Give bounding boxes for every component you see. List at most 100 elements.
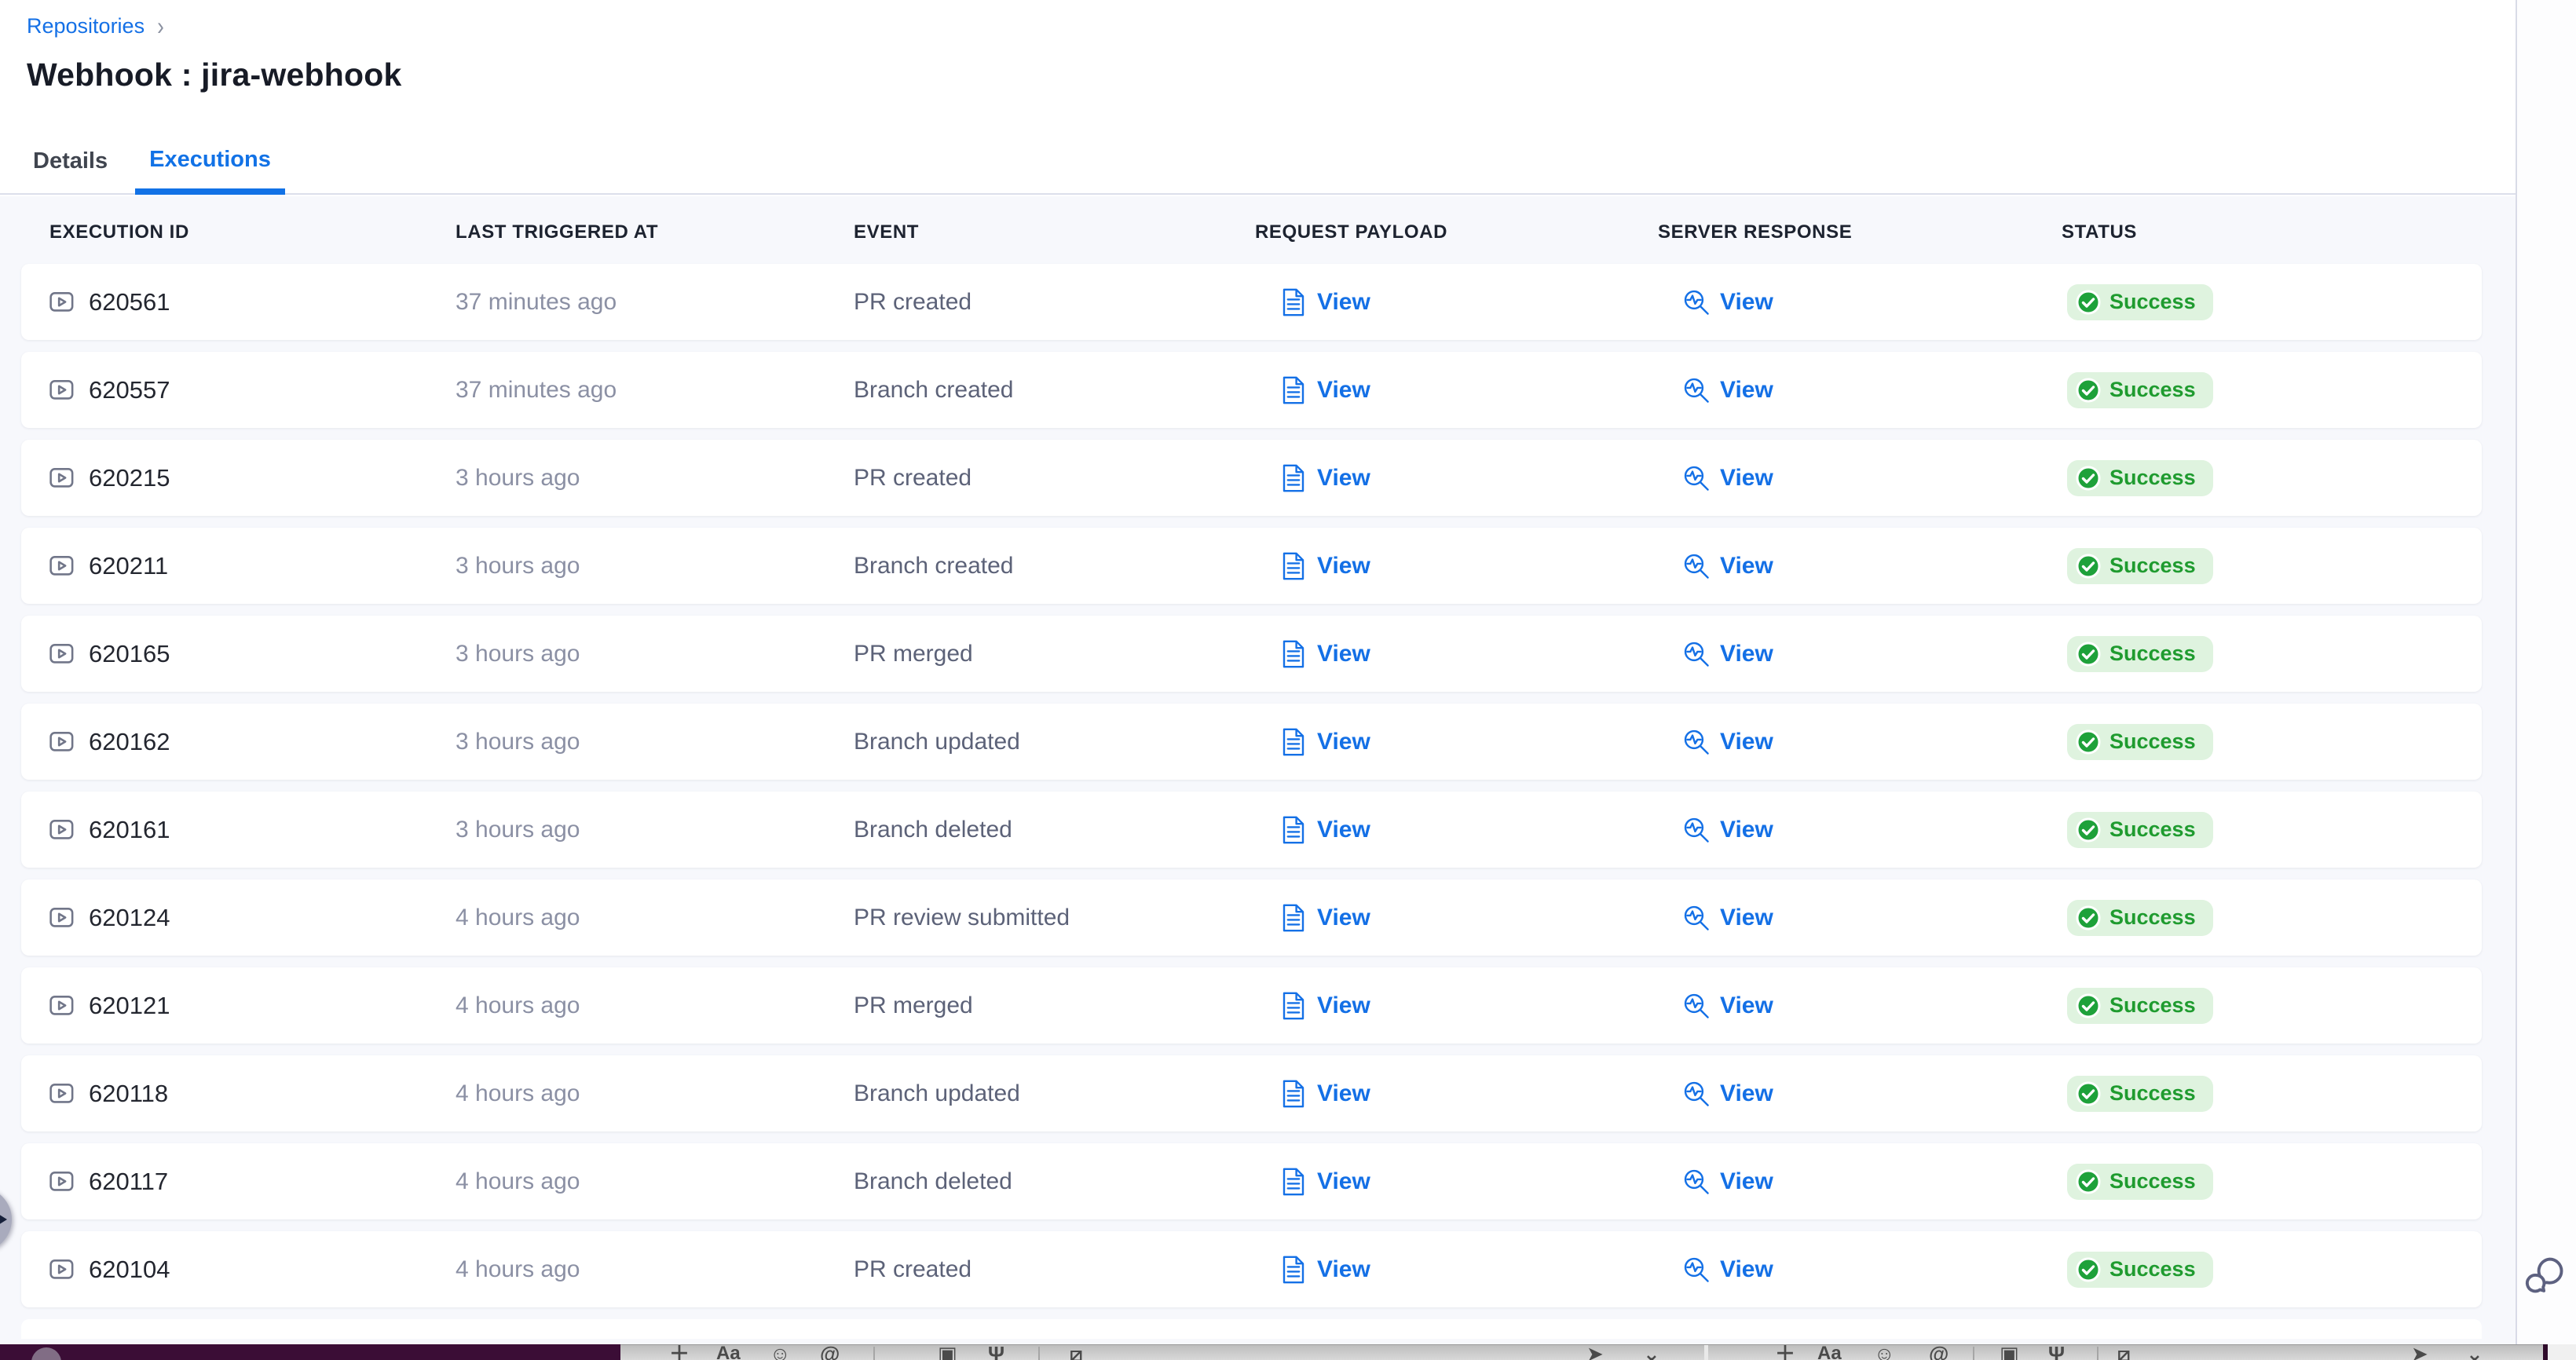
execution-id-cell: 620211 <box>49 552 456 580</box>
execution-id-cell: 620165 <box>49 640 456 668</box>
table-row: 620118 4 hours ago Branch updated View <box>21 1055 2482 1132</box>
request-payload-view-link[interactable]: View <box>1280 288 1370 316</box>
mic-icon[interactable]: Ψ <box>988 1344 1004 1360</box>
server-response-view-link[interactable]: View <box>1683 552 1773 580</box>
status-label: Success <box>2109 993 2196 1018</box>
event-cell: Branch created <box>854 553 1255 579</box>
last-triggered-cell: 4 hours ago <box>456 905 854 931</box>
server-response-cell: View <box>1658 904 2062 932</box>
server-response-view-link[interactable]: View <box>1683 728 1773 756</box>
request-payload-cell: View <box>1255 816 1658 844</box>
executions-panel: EXECUTION ID LAST TRIGGERED AT EVENT REQ… <box>0 196 2516 1360</box>
server-response-cell: View <box>1658 288 2062 316</box>
view-label: View <box>1720 465 1773 492</box>
status-label: Success <box>2109 642 2196 666</box>
server-response-view-link[interactable]: View <box>1683 376 1773 404</box>
status-label: Success <box>2109 1081 2196 1106</box>
status-badge: Success <box>2067 812 2213 848</box>
success-check-icon <box>2076 1257 2101 1282</box>
search-pulse-icon <box>1683 728 1710 756</box>
server-response-view-link[interactable]: View <box>1683 288 1773 316</box>
chat-bubbles-icon[interactable] <box>2523 1253 2567 1297</box>
request-payload-view-link[interactable]: View <box>1280 1256 1370 1284</box>
chevron-down-icon[interactable]: ⌄ <box>2466 1344 2483 1360</box>
status-badge: Success <box>2067 900 2213 936</box>
slack-sidebar-sliver <box>0 1344 620 1360</box>
event-cell: Branch updated <box>854 1080 1255 1107</box>
plus-icon[interactable]: ＋ <box>1775 1344 1795 1360</box>
status-cell: Success <box>2062 812 2482 848</box>
document-icon <box>1280 640 1307 668</box>
request-payload-view-link[interactable]: View <box>1280 552 1370 580</box>
execution-id: 620215 <box>89 464 170 492</box>
format-icon[interactable]: Aa <box>716 1344 741 1360</box>
chevron-down-icon[interactable]: ⌄ <box>1643 1344 1660 1360</box>
server-response-cell: View <box>1658 464 2062 492</box>
view-label: View <box>1720 729 1773 755</box>
request-payload-view-link[interactable]: View <box>1280 728 1370 756</box>
divider <box>1038 1347 1040 1360</box>
success-check-icon <box>2076 993 2101 1018</box>
divider <box>2097 1347 2098 1360</box>
emoji-icon[interactable]: ☺ <box>1874 1344 1895 1360</box>
search-pulse-icon <box>1683 552 1710 580</box>
execution-id: 620211 <box>89 552 168 580</box>
document-icon <box>1280 904 1307 932</box>
server-response-view-link[interactable]: View <box>1683 1256 1773 1284</box>
server-response-view-link[interactable]: View <box>1683 992 1773 1020</box>
emoji-icon[interactable]: ☺ <box>770 1344 791 1360</box>
shortcut-icon[interactable]: ⧄ <box>2117 1344 2131 1360</box>
mention-icon[interactable]: @ <box>820 1344 840 1360</box>
table-row: 620117 4 hours ago Branch deleted View <box>21 1143 2482 1219</box>
view-label: View <box>1720 817 1773 843</box>
image-icon[interactable]: ▣ <box>2000 1344 2019 1360</box>
execution-play-icon <box>49 555 74 576</box>
document-icon <box>1280 728 1307 756</box>
event-cell: PR created <box>854 289 1255 316</box>
execution-id-cell: 620561 <box>49 288 456 316</box>
request-payload-view-link[interactable]: View <box>1280 1168 1370 1196</box>
server-response-view-link[interactable]: View <box>1683 816 1773 844</box>
mic-icon[interactable]: Ψ <box>2048 1344 2065 1360</box>
request-payload-view-link[interactable]: View <box>1280 376 1370 404</box>
server-response-cell: View <box>1658 1168 2062 1196</box>
tab-details[interactable]: Details <box>33 148 108 195</box>
plus-icon[interactable]: ＋ <box>669 1344 690 1360</box>
server-response-cell: View <box>1658 992 2062 1020</box>
execution-id: 620162 <box>89 728 170 756</box>
view-label: View <box>1720 553 1773 579</box>
status-badge: Success <box>2067 1164 2213 1200</box>
mention-icon[interactable]: @ <box>1929 1344 1948 1360</box>
view-label: View <box>1317 465 1370 492</box>
execution-id: 620557 <box>89 376 170 404</box>
divider <box>1973 1347 1974 1360</box>
search-pulse-icon <box>1683 288 1710 316</box>
server-response-view-link[interactable]: View <box>1683 904 1773 932</box>
image-icon[interactable]: ▣ <box>938 1344 957 1360</box>
format-icon[interactable]: Aa <box>1817 1344 1842 1360</box>
last-triggered-cell: 3 hours ago <box>456 729 854 755</box>
view-label: View <box>1720 905 1773 931</box>
view-label: View <box>1317 289 1370 316</box>
send-icon[interactable]: ➤ <box>1586 1344 1604 1360</box>
server-response-view-link[interactable]: View <box>1683 1168 1773 1196</box>
server-response-view-link[interactable]: View <box>1683 464 1773 492</box>
request-payload-view-link[interactable]: View <box>1280 816 1370 844</box>
last-triggered-cell: 3 hours ago <box>456 817 854 843</box>
shortcut-icon[interactable]: ⧄ <box>1070 1344 1083 1360</box>
request-payload-view-link[interactable]: View <box>1280 640 1370 668</box>
request-payload-view-link[interactable]: View <box>1280 992 1370 1020</box>
request-payload-view-link[interactable]: View <box>1280 904 1370 932</box>
status-badge: Success <box>2067 988 2213 1024</box>
server-response-view-link[interactable]: View <box>1683 1080 1773 1108</box>
search-pulse-icon <box>1683 1256 1710 1284</box>
request-payload-view-link[interactable]: View <box>1280 1080 1370 1108</box>
view-label: View <box>1317 377 1370 404</box>
breadcrumb-repositories-link[interactable]: Repositories <box>27 14 145 38</box>
send-icon[interactable]: ➤ <box>2411 1344 2428 1360</box>
status-cell: Success <box>2062 636 2482 672</box>
execution-id: 620124 <box>89 904 170 932</box>
server-response-view-link[interactable]: View <box>1683 640 1773 668</box>
request-payload-view-link[interactable]: View <box>1280 464 1370 492</box>
tab-executions[interactable]: Executions <box>135 147 285 195</box>
